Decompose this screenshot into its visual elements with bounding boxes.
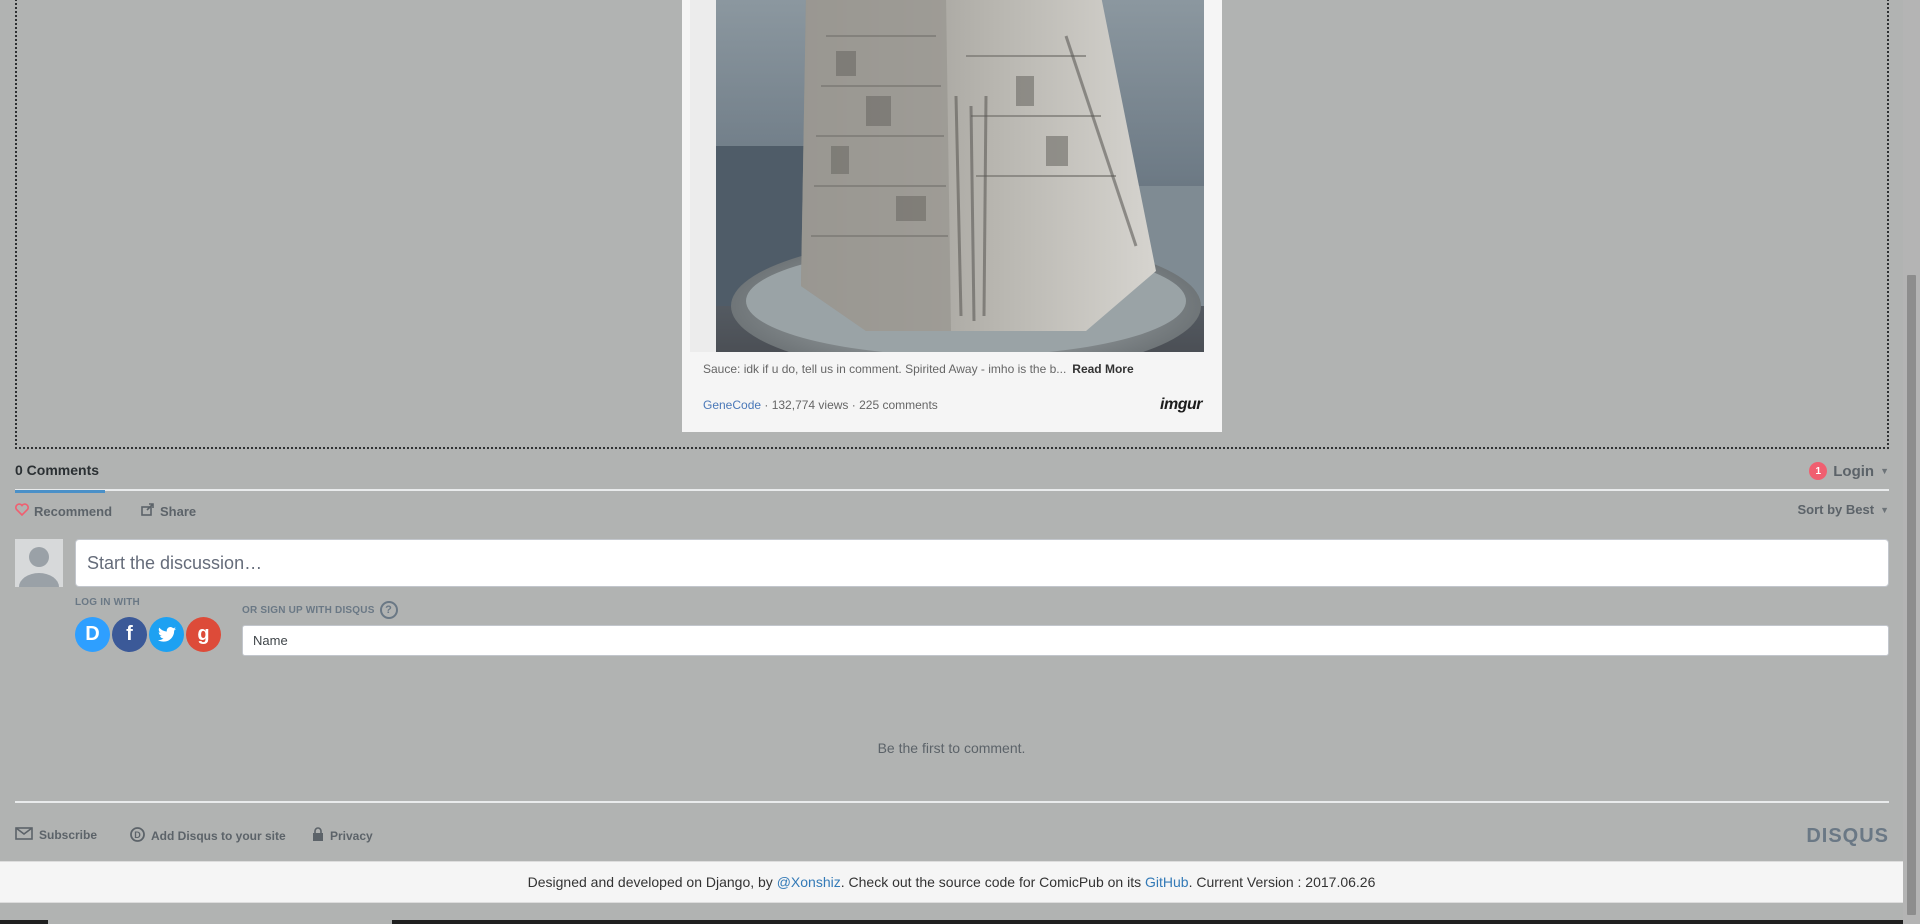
sort-label: Sort by Best <box>1797 502 1875 517</box>
bottom-strip-segment <box>0 920 48 924</box>
sort-dropdown[interactable]: Sort by Best ▼ <box>1798 502 1890 517</box>
disqus-footer: Subscribe D Add Disqus to your site Priv… <box>15 825 1889 848</box>
add-disqus-label: Add Disqus to your site <box>151 829 286 843</box>
subscribe-link[interactable]: Subscribe <box>15 827 97 843</box>
avatar <box>15 539 63 587</box>
action-row: Recommend Share Sort by Best ▼ <box>15 502 1890 521</box>
share-icon <box>141 503 155 519</box>
scrollbar-thumb[interactable] <box>1907 275 1916 915</box>
notification-badge: 1 <box>1809 462 1828 480</box>
bottom-strip <box>0 920 1903 924</box>
svg-text:D: D <box>134 830 141 840</box>
bottom-strip-segment <box>392 920 1903 924</box>
disqus-logo[interactable]: DISQUS <box>1806 825 1889 848</box>
heart-icon <box>15 503 29 519</box>
empty-comments-message: Be the first to comment. <box>877 740 1026 756</box>
privacy-link[interactable]: Privacy <box>312 827 373 845</box>
facebook-login-icon[interactable]: f <box>112 617 147 652</box>
help-icon[interactable]: ? <box>379 601 398 619</box>
login-with-label: LOG IN WITH <box>75 597 140 608</box>
footer-divider <box>15 801 1889 803</box>
disqus-login-icon[interactable]: D <box>75 617 110 652</box>
twitter-login-icon[interactable] <box>149 617 184 652</box>
recommend-button[interactable]: Recommend <box>15 503 112 519</box>
imgur-photo-frame <box>690 0 1204 352</box>
imgur-embed-card: Sauce: idk if u do, tell us in comment. … <box>682 0 1222 432</box>
share-label: Share <box>160 503 197 519</box>
share-button[interactable]: Share <box>141 503 196 519</box>
author-link[interactable]: @Xonshiz <box>777 874 841 890</box>
chevron-down-icon: ▼ <box>1880 504 1889 515</box>
envelope-icon <box>15 827 33 843</box>
imgur-meta: GeneCode · 132,774 views · 225 comments <box>703 398 938 412</box>
discussion-input[interactable] <box>75 539 1889 587</box>
lock-icon <box>312 827 324 845</box>
tab-comments[interactable]: 0 Comments <box>15 462 105 493</box>
add-disqus-link[interactable]: D Add Disqus to your site <box>130 827 286 845</box>
signup-label-text: OR SIGN UP WITH DISQUS <box>242 604 375 616</box>
chevron-down-icon: ▼ <box>1880 466 1889 476</box>
imgur-author-link[interactable]: GeneCode <box>703 398 761 412</box>
footer-suffix: . Current Version : 2017.06.26 <box>1188 874 1376 890</box>
github-link[interactable]: GitHub <box>1145 874 1189 890</box>
name-field[interactable] <box>242 625 1889 656</box>
imgur-stats: · 132,774 views · 225 comments <box>761 398 938 412</box>
imgur-logo[interactable]: imgur <box>1160 396 1202 414</box>
disqus-d-icon: D <box>130 827 145 845</box>
subscribe-label: Subscribe <box>39 828 98 842</box>
privacy-label: Privacy <box>330 829 373 843</box>
imgur-caption: Sauce: idk if u do, tell us in comment. … <box>703 362 1134 376</box>
footer-prefix: Designed and developed on Django, by <box>527 874 777 890</box>
login-menu[interactable]: 1 Login ▼ <box>1809 462 1889 480</box>
disqus-tab-row: 0 Comments 1 Login ▼ <box>15 462 1889 493</box>
recommend-label: Recommend <box>34 503 113 519</box>
site-footer: Designed and developed on Django, by @Xo… <box>0 861 1903 903</box>
signup-label: OR SIGN UP WITH DISQUS ? <box>242 601 398 619</box>
imgur-photo[interactable] <box>716 0 1204 352</box>
read-more-link[interactable]: Read More <box>1072 362 1133 376</box>
footer-middle: . Check out the source code for ComicPub… <box>840 874 1145 890</box>
login-label: Login <box>1833 462 1875 480</box>
social-login-row: D f g <box>75 617 221 652</box>
google-login-icon[interactable]: g <box>186 617 221 652</box>
scrollbar[interactable] <box>1903 0 1920 924</box>
imgur-caption-text: Sauce: idk if u do, tell us in comment. … <box>703 362 1067 376</box>
